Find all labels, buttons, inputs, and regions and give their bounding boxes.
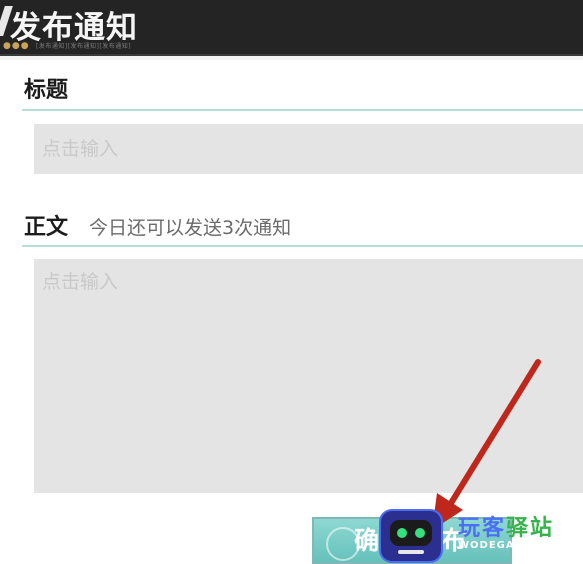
watermark-domain: WODEGAME.CN: [458, 540, 556, 551]
robot-logo-icon: [379, 509, 443, 563]
watermark-brand-part2: 驿站: [506, 516, 555, 541]
watermark-brand-part1: 玩客: [458, 516, 507, 541]
red-arrow-icon: [432, 359, 541, 530]
watermark-brand: 玩客驿站: [458, 510, 554, 542]
